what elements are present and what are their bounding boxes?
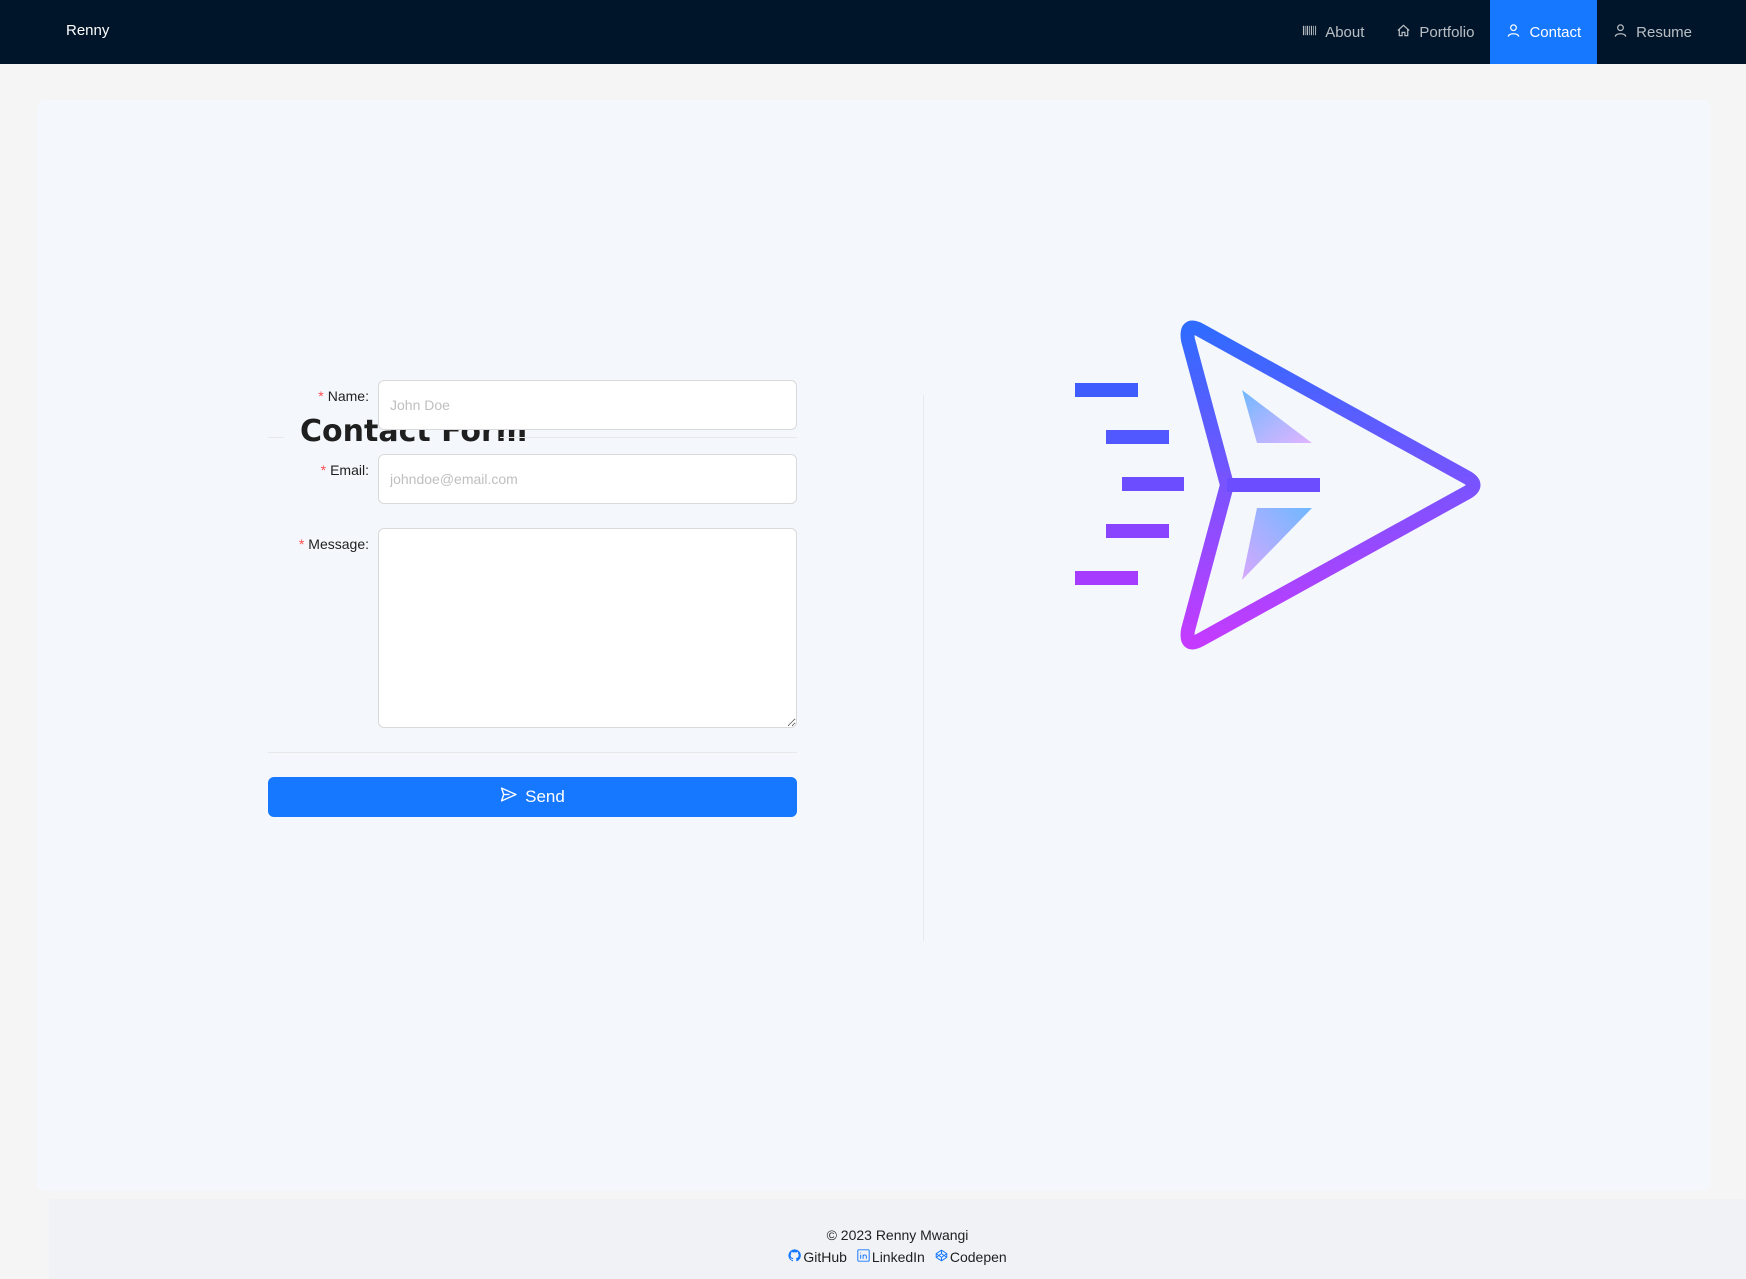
paper-plane-illustration — [1075, 310, 1495, 665]
required-marker: * — [318, 388, 324, 404]
nav-item-about[interactable]: About — [1286, 0, 1380, 64]
linkedin-icon — [857, 1249, 870, 1265]
github-link[interactable]: GitHub — [788, 1249, 847, 1265]
nav-label-about: About — [1325, 23, 1365, 41]
send-label: Send — [525, 787, 565, 806]
content-card: Contact Form *Name: *Email: *Message: Se… — [37, 100, 1710, 1191]
required-marker: * — [298, 536, 305, 552]
linkedin-label: LinkedIn — [871, 1249, 925, 1265]
required-marker: * — [320, 462, 327, 478]
vertical-divider — [923, 395, 924, 941]
codepen-icon — [935, 1249, 948, 1265]
send-button[interactable]: Send — [268, 777, 797, 817]
user-icon — [1613, 23, 1628, 42]
paper-plane-icon — [1075, 320, 1481, 650]
top-navbar: Renny About Portfolio Contact Resume — [0, 0, 1746, 64]
nav-label-portfolio: Portfolio — [1419, 23, 1475, 41]
brand-logo[interactable]: Renny — [66, 22, 109, 39]
main-nav: About Portfolio Contact Resume — [1286, 0, 1708, 64]
user-icon — [1506, 23, 1521, 42]
send-icon — [500, 786, 517, 808]
copyright-text: © 2023 Renny Mwangi — [826, 1227, 969, 1243]
home-icon — [1396, 23, 1411, 42]
github-label: GitHub — [803, 1249, 847, 1265]
message-textarea[interactable] — [378, 528, 797, 728]
name-label: * Name: — [318, 388, 369, 404]
message-label: * Message: — [298, 536, 369, 552]
nav-label-resume: Resume — [1636, 23, 1692, 41]
codepen-label: Codepen — [949, 1249, 1007, 1265]
footer-links: GitHub LinkedIn Codepen — [49, 1249, 1746, 1265]
email-input[interactable] — [378, 454, 797, 504]
nav-item-resume[interactable]: Resume — [1597, 0, 1708, 64]
linkedin-link[interactable]: LinkedIn — [857, 1249, 925, 1265]
codepen-link[interactable]: Codepen — [935, 1249, 1007, 1265]
github-icon — [788, 1249, 802, 1265]
nav-label-contact: Contact — [1529, 23, 1582, 41]
barcode-icon — [1302, 23, 1317, 42]
form-divider — [268, 752, 797, 753]
nav-item-portfolio[interactable]: Portfolio — [1380, 0, 1490, 64]
name-input[interactable] — [378, 380, 797, 430]
nav-item-contact[interactable]: Contact — [1490, 0, 1598, 64]
footer: © 2023 Renny Mwangi GitHub LinkedIn Code… — [49, 1199, 1746, 1279]
email-label: * Email: — [320, 462, 369, 478]
